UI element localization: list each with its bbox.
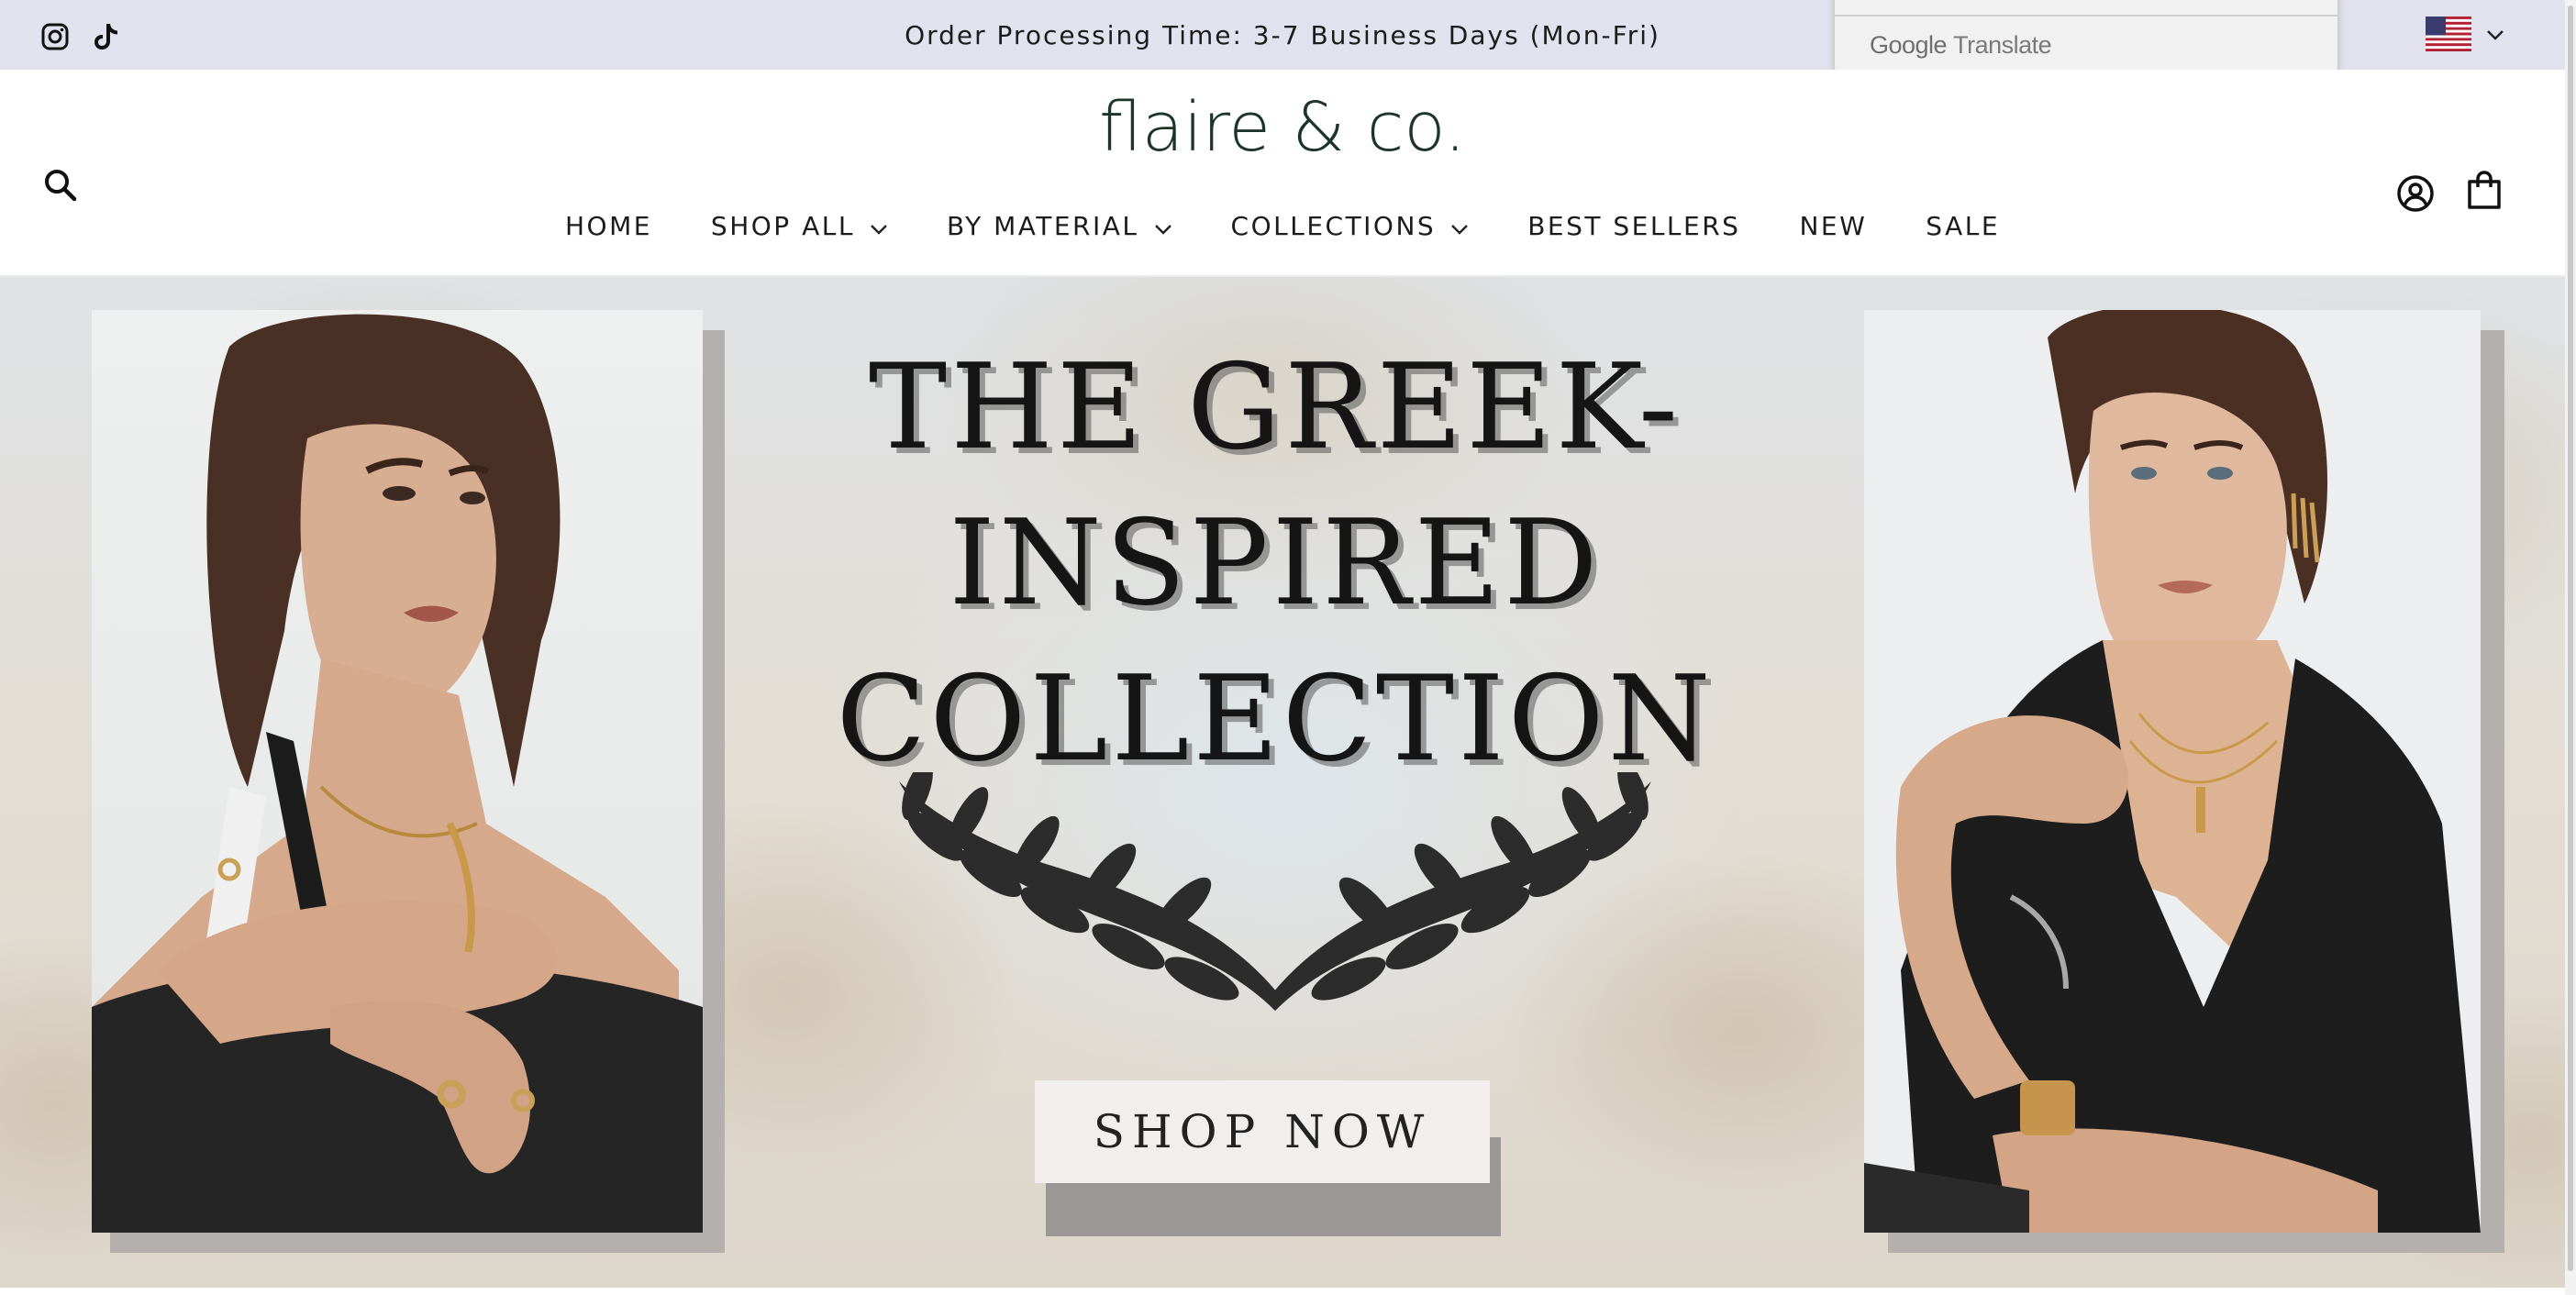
nav-sale[interactable]: SALE bbox=[1926, 211, 2000, 241]
nav-best-sellers[interactable]: BEST SELLERS bbox=[1527, 211, 1740, 241]
chevron-down-icon bbox=[1450, 211, 1469, 241]
search-icon[interactable] bbox=[42, 167, 83, 207]
site-logo[interactable]: flaire & co. bbox=[0, 88, 2565, 167]
hero-title-line: THE GREEK- bbox=[868, 339, 1682, 476]
main-nav: HOME SHOP ALL BY MATERIAL COLLECTIONS BE… bbox=[0, 211, 2565, 241]
model-photo-left bbox=[92, 310, 703, 1233]
google-wordmark: Google bbox=[1870, 31, 1948, 59]
nav-label: SHOP ALL bbox=[710, 211, 855, 241]
nav-new[interactable]: NEW bbox=[1799, 211, 1867, 241]
nav-label: COLLECTIONS bbox=[1230, 211, 1437, 241]
page-bottom bbox=[0, 1288, 2565, 1295]
nav-label: SALE bbox=[1926, 211, 2001, 241]
nav-by-material[interactable]: BY MATERIAL bbox=[947, 211, 1172, 241]
model-photo-right bbox=[1864, 310, 2481, 1233]
account-icon[interactable] bbox=[2396, 174, 2437, 215]
country-selector[interactable] bbox=[2426, 17, 2504, 56]
us-flag-icon bbox=[2426, 17, 2471, 56]
nav-label: BY MATERIAL bbox=[946, 211, 1139, 241]
shop-now-button[interactable]: SHOP NOW bbox=[1035, 1080, 1490, 1183]
popup-divider bbox=[1835, 15, 2337, 17]
nav-collections[interactable]: COLLECTIONS bbox=[1231, 211, 1470, 241]
hero-banner[interactable]: THE GREEK- INSPIRED COLLECTION SHOP NOW bbox=[0, 277, 2565, 1288]
chevron-down-icon bbox=[870, 211, 888, 241]
nav-shop-all[interactable]: SHOP ALL bbox=[711, 211, 888, 241]
hero-title-line: INSPIRED bbox=[949, 495, 1602, 632]
nav-label: BEST SELLERS bbox=[1527, 211, 1741, 241]
translate-text: Translate bbox=[1953, 31, 2052, 59]
cart-icon[interactable] bbox=[2466, 171, 2506, 215]
nav-label: HOME bbox=[564, 211, 652, 241]
nav-home[interactable]: HOME bbox=[565, 211, 652, 241]
google-translate-label: Google Translate bbox=[1870, 31, 2052, 60]
scrollbar-thumb[interactable] bbox=[2568, 6, 2573, 1271]
laurel-wreath-icon bbox=[899, 772, 1651, 1011]
chevron-down-icon bbox=[1154, 211, 1172, 241]
nav-label: NEW bbox=[1799, 211, 1868, 241]
chevron-down-icon bbox=[2486, 28, 2504, 45]
hero-title: THE GREEK- INSPIRED COLLECTION bbox=[807, 330, 1743, 798]
